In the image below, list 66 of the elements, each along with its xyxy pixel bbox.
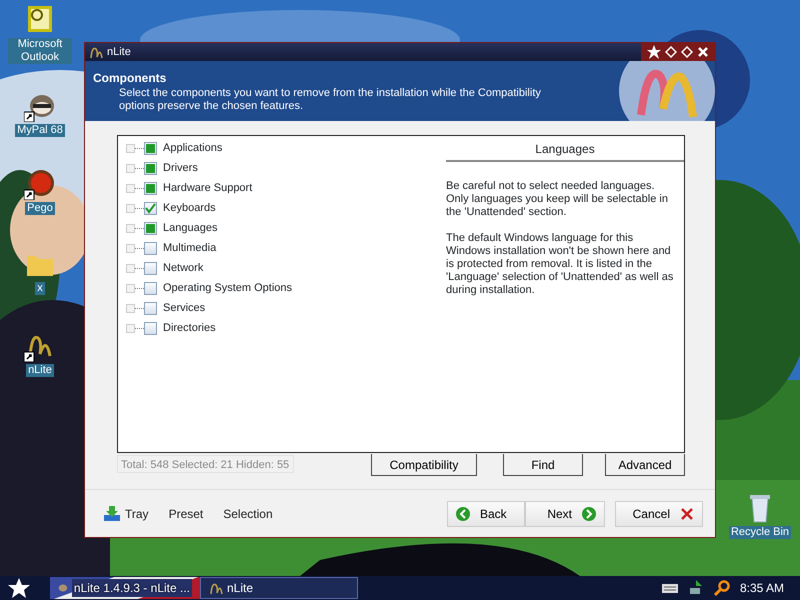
expander-box[interactable] bbox=[126, 284, 135, 292]
download-tray-icon bbox=[103, 506, 121, 522]
tree-item-label[interactable]: Services bbox=[163, 300, 206, 316]
checkbox[interactable] bbox=[144, 282, 157, 294]
back-button[interactable]: Back bbox=[447, 500, 525, 526]
taskbar-button[interactable]: nLite 1.4.9.3 - nLite ... bbox=[50, 577, 200, 599]
tree-item-label[interactable]: Hardware Support bbox=[163, 180, 252, 196]
checkbox[interactable] bbox=[144, 322, 157, 334]
next-button[interactable]: Next bbox=[525, 500, 605, 526]
taskbar-button[interactable]: nLite bbox=[200, 577, 358, 599]
cancel-button[interactable]: Cancel bbox=[615, 500, 703, 526]
panel-button[interactable]: Find bbox=[503, 454, 583, 476]
section-description: Select the components you want to remove from the installation while the Compatibility options preserve the chosen features. bbox=[118, 87, 542, 113]
desktop-icon-label[interactable]: Recycle Bin bbox=[728, 526, 792, 539]
tree-item-label[interactable]: Keyboards bbox=[163, 200, 216, 216]
expander-box[interactable] bbox=[126, 264, 135, 272]
checkbox[interactable] bbox=[144, 162, 157, 174]
desktop-icon-label[interactable]: x bbox=[35, 282, 45, 295]
search-icon bbox=[714, 580, 730, 596]
expander-box[interactable] bbox=[126, 144, 135, 152]
expander-box[interactable] bbox=[126, 164, 135, 172]
n-logo-icon bbox=[89, 45, 103, 59]
expander-box[interactable] bbox=[126, 204, 135, 212]
status-text: Total: 548 Selected: 21 Hidden: 55 bbox=[117, 455, 294, 473]
close-icon bbox=[680, 506, 694, 520]
expander-box[interactable] bbox=[126, 224, 135, 232]
info-title: Languages bbox=[446, 138, 684, 162]
expander-box[interactable] bbox=[126, 324, 135, 332]
panel-button[interactable]: Compatibility bbox=[371, 454, 477, 476]
star-icon bbox=[8, 578, 30, 598]
panel-button[interactable]: Advanced bbox=[605, 454, 685, 476]
checkbox[interactable] bbox=[144, 202, 157, 214]
n-logo-icon bbox=[209, 581, 223, 595]
checkbox[interactable] bbox=[144, 182, 157, 194]
keyboard-icon bbox=[662, 582, 678, 594]
network-icon bbox=[688, 580, 704, 596]
tree-item-label[interactable]: Applications bbox=[163, 140, 222, 156]
tree-item-label[interactable]: Drivers bbox=[163, 160, 198, 176]
clock: 8:35 AM bbox=[740, 580, 785, 597]
footer-link[interactable]: Selection bbox=[223, 504, 273, 522]
checkbox[interactable] bbox=[144, 262, 157, 274]
desktop-icon-label[interactable]: Pego bbox=[25, 202, 55, 215]
expander-box[interactable] bbox=[126, 184, 135, 192]
desktop-icon-label[interactable]: nLite bbox=[26, 364, 54, 377]
footer-link[interactable]: Preset bbox=[168, 504, 204, 522]
n-logo-icon bbox=[619, 61, 715, 121]
info-text: The default Windows language for this Windows installation won't be shown here and is protected from removal. It is listed in the 'Language' selection of 'Unattended' as well as during installation. bbox=[446, 232, 674, 297]
window-title: nLite bbox=[107, 44, 131, 60]
tree-item-label[interactable]: Multimedia bbox=[163, 240, 216, 256]
expander-box[interactable] bbox=[126, 304, 135, 312]
checkbox[interactable] bbox=[144, 242, 157, 254]
section-title: Components bbox=[93, 70, 168, 87]
info-text: Be careful not to select needed languages. Only languages you keep will be selectable in the 'Unattended' section. bbox=[446, 180, 669, 219]
tree-item-label[interactable]: Languages bbox=[163, 220, 218, 236]
desktop-icon-label[interactable]: Microsoft Outlook bbox=[8, 38, 72, 64]
expander-box[interactable] bbox=[126, 244, 135, 252]
checkbox[interactable] bbox=[144, 142, 157, 154]
star-icon bbox=[647, 45, 661, 59]
checkbox[interactable] bbox=[144, 302, 157, 314]
close-icon bbox=[697, 46, 709, 58]
desktop-icon-label[interactable]: MyPal 68 bbox=[15, 124, 65, 137]
checkbox[interactable] bbox=[144, 222, 157, 234]
tree-item-label[interactable]: Network bbox=[163, 260, 204, 276]
footer-link[interactable]: Tray bbox=[103, 504, 149, 522]
tree-item-label[interactable]: Operating System Options bbox=[163, 280, 292, 296]
tree-item-label[interactable]: Directories bbox=[163, 320, 216, 336]
